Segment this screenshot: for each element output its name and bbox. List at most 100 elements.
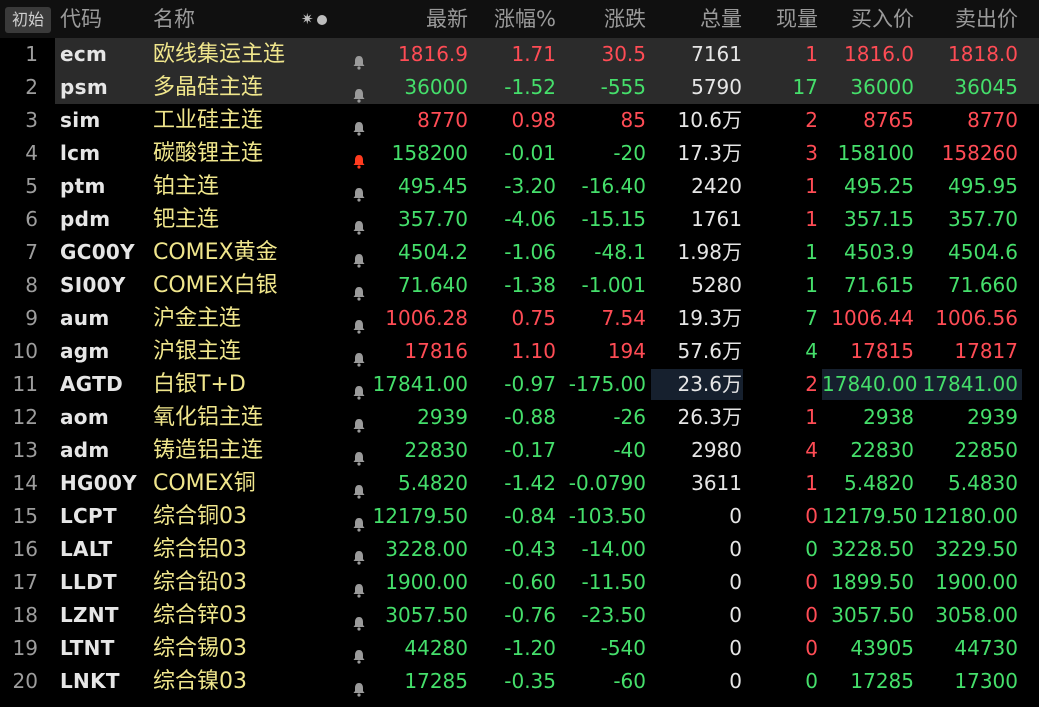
last-price: 5.4820	[398, 471, 468, 495]
price-change: -23.50	[581, 603, 646, 627]
symbol-name: 碳酸锂主连	[153, 141, 264, 166]
bell-icon[interactable]	[352, 674, 366, 697]
table-row[interactable]: 5 ptm 铂主连 495.45 -3.20 -16.40 2420 1 495.25 495.9…	[0, 170, 1039, 203]
table-row[interactable]: 12 aom 氧化铝主连 2939 -0.88 -26 26.3万 1 2938 2939	[0, 401, 1039, 434]
bell-icon[interactable]	[352, 443, 366, 466]
bid-price: 17840.00	[822, 372, 918, 396]
row-index: 8	[25, 273, 38, 297]
bell-icon[interactable]	[352, 608, 366, 631]
last-price: 4504.2	[398, 240, 468, 264]
table-row[interactable]: 10 agm 沪银主连 17816 1.10 194 57.6万 4 17815 17817	[0, 335, 1039, 368]
table-row[interactable]: 11 AGTD 白银T+D 17841.00 -0.97 -175.00 23.6万 2 178…	[0, 368, 1039, 401]
bell-icon[interactable]	[352, 311, 366, 334]
table-row[interactable]: 3 sim 工业硅主连 8770 0.98 85 10.6万 2 8765 8770	[0, 104, 1039, 137]
total-volume: 0	[729, 504, 742, 528]
bell-icon[interactable]	[352, 542, 366, 565]
bid-price: 1899.50	[831, 570, 914, 594]
table-row[interactable]: 15 LCPT 综合铜03 12179.50 -0.84 -103.50 0 0 12179.5…	[0, 500, 1039, 533]
col-header-last[interactable]: 最新	[370, 0, 468, 38]
table-row[interactable]: 13 adm 铸造铝主连 22830 -0.17 -40 2980 4 22830 22850	[0, 434, 1039, 467]
col-header-ask[interactable]: 卖出价	[922, 0, 1018, 38]
row-index: 13	[12, 438, 38, 462]
table-row[interactable]: 9 aum 沪金主连 1006.28 0.75 7.54 19.3万 7 1006.44 1006…	[0, 302, 1039, 335]
ask-price: 22850	[954, 438, 1018, 462]
total-volume: 0	[729, 669, 742, 693]
table-row[interactable]: 7 GC00Y COMEX黄金 4504.2 -1.06 -48.1 1.98万 1 4503.…	[0, 236, 1039, 269]
reset-button[interactable]: 初始	[5, 7, 51, 33]
watchlist-toggle-icon[interactable]: ✷	[301, 0, 327, 38]
total-volume: 3611	[691, 471, 742, 495]
bell-icon[interactable]	[352, 377, 366, 400]
price-change: -0.0790	[568, 471, 646, 495]
bell-icon[interactable]	[352, 476, 366, 499]
table-row[interactable]: 8 SI00Y COMEX白银 71.640 -1.38 -1.001 5280 1 71.61…	[0, 269, 1039, 302]
table-row[interactable]: 4 lcm 碳酸锂主连 158200 -0.01 -20 17.3万 3 158100 15826…	[0, 137, 1039, 170]
row-index: 14	[12, 471, 38, 495]
last-price: 357.70	[398, 207, 468, 231]
symbol-code: ecm	[60, 42, 108, 66]
row-index: 6	[25, 207, 38, 231]
col-header-bid[interactable]: 买入价	[822, 0, 914, 38]
current-volume: 1	[805, 240, 818, 264]
symbol-code: SI00Y	[60, 273, 126, 297]
symbol-name: 沪银主连	[153, 339, 242, 364]
col-header-volume[interactable]: 总量	[652, 0, 742, 38]
bell-icon[interactable]	[352, 212, 366, 235]
symbol-name: 沪金主连	[153, 306, 242, 331]
symbol-code: AGTD	[60, 372, 123, 396]
bell-icon[interactable]	[352, 179, 366, 202]
percent-change: -0.97	[504, 372, 556, 396]
current-volume: 1	[805, 42, 818, 66]
table-row[interactable]: 17 LLDT 综合铅03 1900.00 -0.60 -11.50 0 0 1899.50 19…	[0, 566, 1039, 599]
row-index: 17	[12, 570, 38, 594]
table-row[interactable]: 14 HG00Y COMEX铜 5.4820 -1.42 -0.0790 3611 1 5.48…	[0, 467, 1039, 500]
bell-icon[interactable]	[352, 113, 366, 136]
symbol-name: 综合锡03	[153, 636, 247, 661]
bell-icon[interactable]	[352, 575, 366, 598]
col-header-change[interactable]: 涨跌	[560, 0, 646, 38]
table-row[interactable]: 1 ecm 欧线集运主连 1816.9 1.71 30.5 7161 1 1816.0 1818.…	[0, 38, 1039, 71]
percent-change: -0.35	[504, 669, 556, 693]
symbol-code: HG00Y	[60, 471, 137, 495]
bid-price: 4503.9	[844, 240, 914, 264]
bid-price: 8765	[863, 108, 914, 132]
table-row[interactable]: 18 LZNT 综合锌03 3057.50 -0.76 -23.50 0 0 3057.50 30…	[0, 599, 1039, 632]
col-header-pct[interactable]: 涨幅%	[478, 0, 556, 38]
alert-bell-active-icon[interactable]	[352, 146, 366, 169]
bell-icon[interactable]	[352, 47, 366, 70]
table-row[interactable]: 6 pdm 钯主连 357.70 -4.06 -15.15 1761 1 357.15 357.7…	[0, 203, 1039, 236]
price-change: -555	[600, 75, 646, 99]
bell-icon[interactable]	[352, 344, 366, 367]
total-volume: 7161	[691, 42, 742, 66]
table-row[interactable]: 2 psm 多晶硅主连 36000 -1.52 -555 5790 17 36000 36045	[0, 71, 1039, 104]
price-change: 85	[620, 108, 646, 132]
last-price: 17816	[404, 339, 468, 363]
current-volume: 1	[805, 273, 818, 297]
price-change: 30.5	[601, 42, 646, 66]
symbol-name: COMEX铜	[153, 471, 256, 496]
bid-price: 71.615	[844, 273, 914, 297]
table-row[interactable]: 20 LNKT 综合镍03 17285 -0.35 -60 0 0 17285 17300	[0, 665, 1039, 698]
bid-price: 43905	[850, 636, 914, 660]
symbol-code: LALT	[60, 537, 113, 561]
bell-icon[interactable]	[352, 278, 366, 301]
ask-price: 8770	[967, 108, 1018, 132]
total-volume: 0	[729, 570, 742, 594]
col-header-name[interactable]: 名称	[153, 0, 195, 38]
bell-icon[interactable]	[352, 410, 366, 433]
bell-icon[interactable]	[352, 245, 366, 268]
bid-price: 357.15	[844, 207, 914, 231]
col-header-code[interactable]: 代码	[60, 0, 102, 38]
col-header-current-volume[interactable]: 现量	[750, 0, 818, 38]
symbol-code: LNKT	[60, 669, 120, 693]
last-price: 158200	[391, 141, 468, 165]
bell-icon[interactable]	[352, 641, 366, 664]
bid-price: 1816.0	[844, 42, 914, 66]
bell-icon[interactable]	[352, 80, 366, 103]
bell-icon[interactable]	[352, 509, 366, 532]
table-row[interactable]: 16 LALT 综合铝03 3228.00 -0.43 -14.00 0 0 3228.50 32…	[0, 533, 1039, 566]
bid-price: 1006.44	[831, 306, 914, 330]
table-row[interactable]: 19 LTNT 综合锡03 44280 -1.20 -540 0 0 43905 44730	[0, 632, 1039, 665]
row-index: 3	[25, 108, 38, 132]
row-index: 16	[12, 537, 38, 561]
